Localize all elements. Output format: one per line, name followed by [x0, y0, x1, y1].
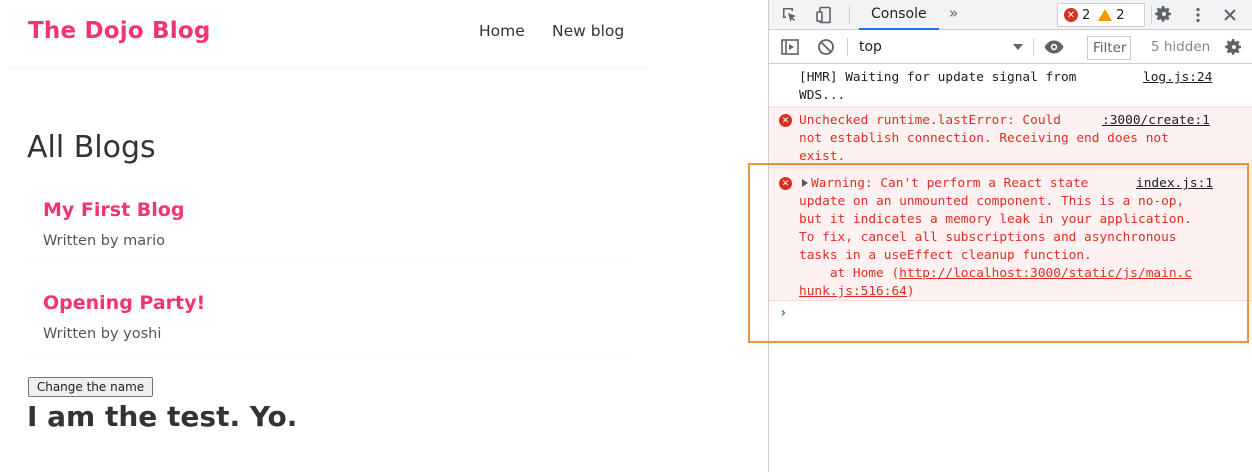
toolbar-divider — [1033, 38, 1034, 56]
source-link[interactable]: index.js:1 — [1136, 175, 1213, 193]
source-link[interactable]: :3000/create:1 — [1102, 112, 1210, 130]
console-output: [HMR] Waiting for update signal from WDS… — [769, 64, 1252, 472]
app-viewport: The Dojo Blog Home New blog All Blogs My… — [0, 0, 768, 472]
console-prompt-icon: › — [779, 305, 788, 321]
error-icon: ✕ — [779, 177, 792, 190]
hidden-messages-count[interactable]: 5 hidden — [1151, 39, 1210, 55]
blog-title[interactable]: Opening Party! — [43, 292, 205, 314]
issue-counts[interactable]: ✕ 2 2 — [1057, 3, 1145, 27]
warning-count: 2 — [1116, 7, 1125, 23]
error-icon: ✕ — [1064, 8, 1078, 22]
error-icon: ✕ — [779, 114, 792, 127]
console-toolbar: top Filter 5 hidden — [769, 30, 1252, 64]
stack-trace-link[interactable]: http://localhost:3000/static/js/main.c — [899, 266, 1192, 281]
context-select[interactable]: top — [853, 36, 1027, 58]
sidebar-toggle-icon[interactable] — [779, 36, 801, 58]
devtools-panel: Console » ✕ 2 2 top Filter 5 hidden [HMR… — [768, 0, 1252, 472]
console-settings-gear-icon[interactable] — [1223, 36, 1245, 58]
toolbar-divider — [1151, 6, 1152, 24]
blog-preview[interactable]: Opening Party! Written by yoshi — [27, 276, 629, 355]
toolbar-divider — [849, 6, 850, 24]
console-input[interactable] — [799, 306, 1239, 324]
more-tabs-icon[interactable]: » — [949, 4, 958, 22]
warning-icon — [1098, 9, 1113, 21]
device-toggle-icon[interactable] — [813, 4, 835, 26]
clear-console-icon[interactable] — [815, 36, 837, 58]
nav-link-home[interactable]: Home — [479, 22, 525, 40]
stack-trace-link[interactable]: hunk.js:516:64 — [799, 284, 907, 299]
error-count: 2 — [1082, 7, 1091, 23]
filter-input[interactable]: Filter — [1087, 36, 1131, 60]
devtools-main-toolbar: Console » ✕ 2 2 — [769, 0, 1252, 30]
blog-preview[interactable]: My First Blog Written by mario — [27, 183, 629, 262]
message-text: Warning: Can't perform a React state upd… — [799, 176, 1192, 299]
message-text: [HMR] Waiting for update signal from WDS… — [799, 70, 1077, 103]
brand-title[interactable]: The Dojo Blog — [28, 18, 211, 44]
kebab-menu-icon[interactable] — [1187, 4, 1209, 26]
source-link[interactable]: log.js:24 — [1143, 69, 1212, 87]
navbar: The Dojo Blog Home New blog — [8, 0, 648, 68]
blog-title[interactable]: My First Blog — [43, 199, 184, 221]
close-icon[interactable] — [1219, 4, 1241, 26]
console-message: ✕ Warning: Can't perform a React state u… — [769, 167, 1252, 301]
chevron-down-icon — [1013, 44, 1023, 50]
blog-author: Written by yoshi — [43, 326, 162, 342]
console-message: [HMR] Waiting for update signal from WDS… — [769, 64, 1252, 107]
inspect-icon[interactable] — [779, 4, 801, 26]
nav-link-new-blog[interactable]: New blog — [552, 22, 624, 40]
context-value: top — [859, 39, 882, 55]
eye-icon[interactable] — [1043, 36, 1065, 58]
change-name-button[interactable]: Change the name — [28, 377, 153, 397]
page-title: All Blogs — [27, 130, 156, 165]
console-message: ✕ Unchecked runtime.lastError: Could not… — [769, 107, 1252, 166]
test-heading: I am the test. Yo. — [27, 400, 298, 433]
tab-console[interactable]: Console — [859, 0, 939, 30]
settings-gear-icon[interactable] — [1153, 3, 1175, 25]
toolbar-divider — [847, 38, 848, 56]
blog-author: Written by mario — [43, 233, 166, 249]
